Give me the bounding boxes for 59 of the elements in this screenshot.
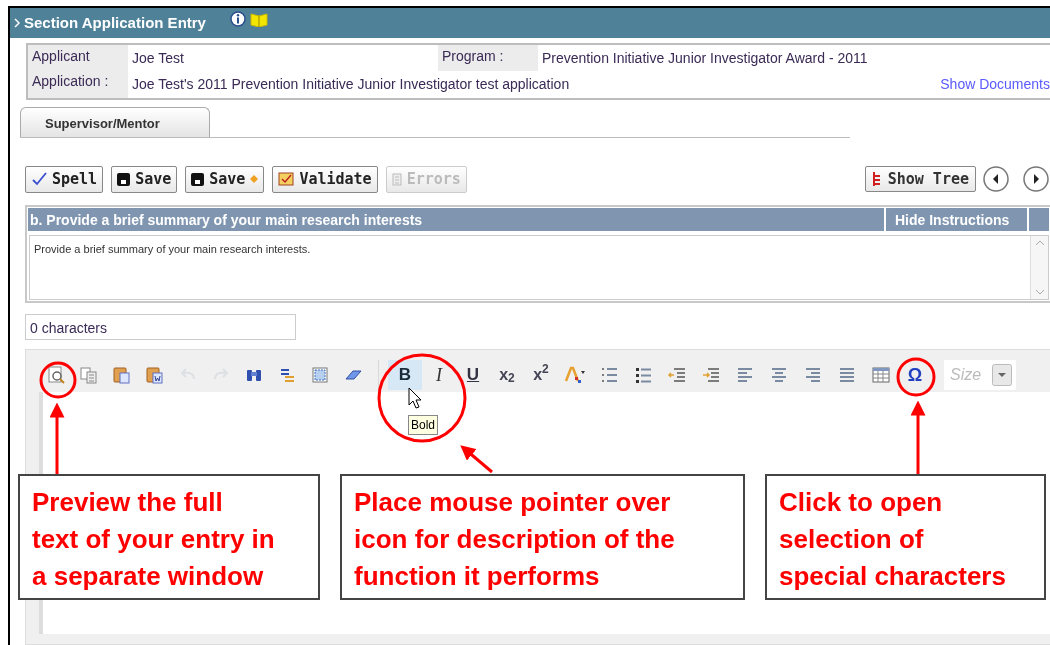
justify-icon[interactable]: [838, 366, 856, 384]
numbered-list-icon[interactable]: [600, 366, 618, 384]
field-label: Application :: [28, 71, 128, 98]
field-value: Prevention Initiative Junior Investigator Award - 2011: [541, 49, 868, 68]
arrow: [49, 402, 65, 474]
copy-icon[interactable]: [79, 366, 98, 384]
field-value: Joe Test's 2011 Prevention Initiative Junior Investigator test application: [131, 75, 570, 94]
show-tree-button[interactable]: Show Tree: [864, 166, 976, 192]
table-icon[interactable]: [872, 366, 890, 384]
document-icon: [391, 172, 402, 186]
chevron-icon: [14, 18, 20, 28]
tooltip: Bold: [408, 415, 439, 435]
info-icon[interactable]: [229, 11, 246, 27]
mouse-pointer-icon: [408, 387, 422, 409]
callout-box: Place mouse pointer over icon for description of the function it performs: [340, 474, 745, 600]
highlight-circle: [896, 357, 936, 397]
bullet-list-icon[interactable]: [634, 366, 652, 384]
show-documents-link[interactable]: Show Documents: [940, 74, 1050, 95]
section-title: Section Application Entry: [24, 12, 206, 33]
character-count-field: 0 characters: [25, 314, 296, 340]
align-left-icon[interactable]: [736, 366, 754, 384]
format-button[interactable]: B: [388, 360, 422, 390]
callout-box: Click to open selection of special characters: [765, 474, 1046, 600]
question-title: b. Provide a brief summary of your main research interests: [29, 211, 424, 230]
clipboard-icon[interactable]: [145, 366, 164, 384]
preview-icon[interactable]: [46, 366, 65, 384]
text-color-icon[interactable]: [564, 366, 586, 384]
toolbar-button[interactable]: Validate: [272, 165, 378, 193]
format-button[interactable]: x$^{2}$: [524, 360, 558, 390]
arrow: [460, 445, 493, 474]
field-value: Joe Test: [131, 49, 185, 68]
scroll-up-icon[interactable]: [1034, 240, 1045, 246]
field-label: Program :: [438, 45, 538, 71]
next-button[interactable]: [1022, 165, 1050, 193]
diamond-icon: [250, 175, 259, 183]
tab[interactable]: Supervisor/Mentor: [20, 107, 210, 137]
toolbar-button[interactable]: Spell: [25, 165, 104, 193]
clipboard-icon[interactable]: [112, 366, 131, 384]
align-center-icon[interactable]: [770, 366, 788, 384]
tree-icon: [871, 171, 882, 187]
special-character-button[interactable]: Ω: [898, 360, 932, 390]
align-right-icon[interactable]: [804, 366, 822, 384]
form-check-icon: [278, 172, 295, 186]
field-label: Applicant: [28, 45, 128, 71]
callout-box: Preview the full text of your entry in a separate window: [18, 474, 320, 600]
toolbar-button[interactable]: Save: [111, 165, 178, 193]
indent-icon[interactable]: [702, 366, 720, 384]
highlight-circle: [39, 361, 77, 399]
scroll-down-icon[interactable]: [1034, 289, 1045, 295]
previous-button[interactable]: [982, 165, 1010, 193]
format-button[interactable]: I: [422, 360, 456, 390]
select-all-icon[interactable]: [310, 366, 329, 384]
outdent-icon[interactable]: [668, 366, 686, 384]
instructions-text: Provide a brief summary of your main research interests.: [33, 242, 312, 257]
scrollbar[interactable]: [1030, 236, 1048, 299]
toolbar-button[interactable]: Save: [185, 165, 265, 193]
check-icon: [31, 172, 47, 186]
format-button[interactable]: x$_{2}$: [490, 360, 524, 390]
format-button[interactable]: U: [456, 360, 490, 390]
